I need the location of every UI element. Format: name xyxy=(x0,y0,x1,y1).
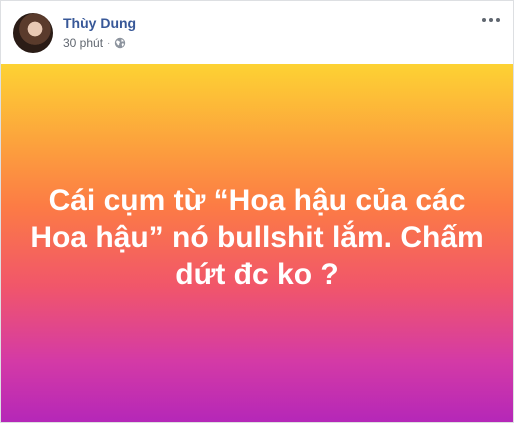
post-timestamp[interactable]: 30 phút xyxy=(63,36,103,50)
meta-separator: · xyxy=(107,37,111,49)
facebook-post: Thùy Dung 30 phút · Cái cụm từ “Hoa hậu … xyxy=(0,0,514,423)
author-avatar[interactable] xyxy=(13,13,53,53)
post-meta: 30 phút · xyxy=(63,36,126,50)
colored-status-background: Cái cụm từ “Hoa hậu của các Hoa hậu” nó … xyxy=(1,64,513,422)
ellipsis-icon xyxy=(482,18,500,22)
post-header: Thùy Dung 30 phút · xyxy=(1,1,513,64)
status-text: Cái cụm từ “Hoa hậu của các Hoa hậu” nó … xyxy=(30,183,484,291)
author-name-link[interactable]: Thùy Dung xyxy=(63,15,136,31)
globe-icon[interactable] xyxy=(114,37,126,49)
post-options-button[interactable] xyxy=(479,11,503,29)
